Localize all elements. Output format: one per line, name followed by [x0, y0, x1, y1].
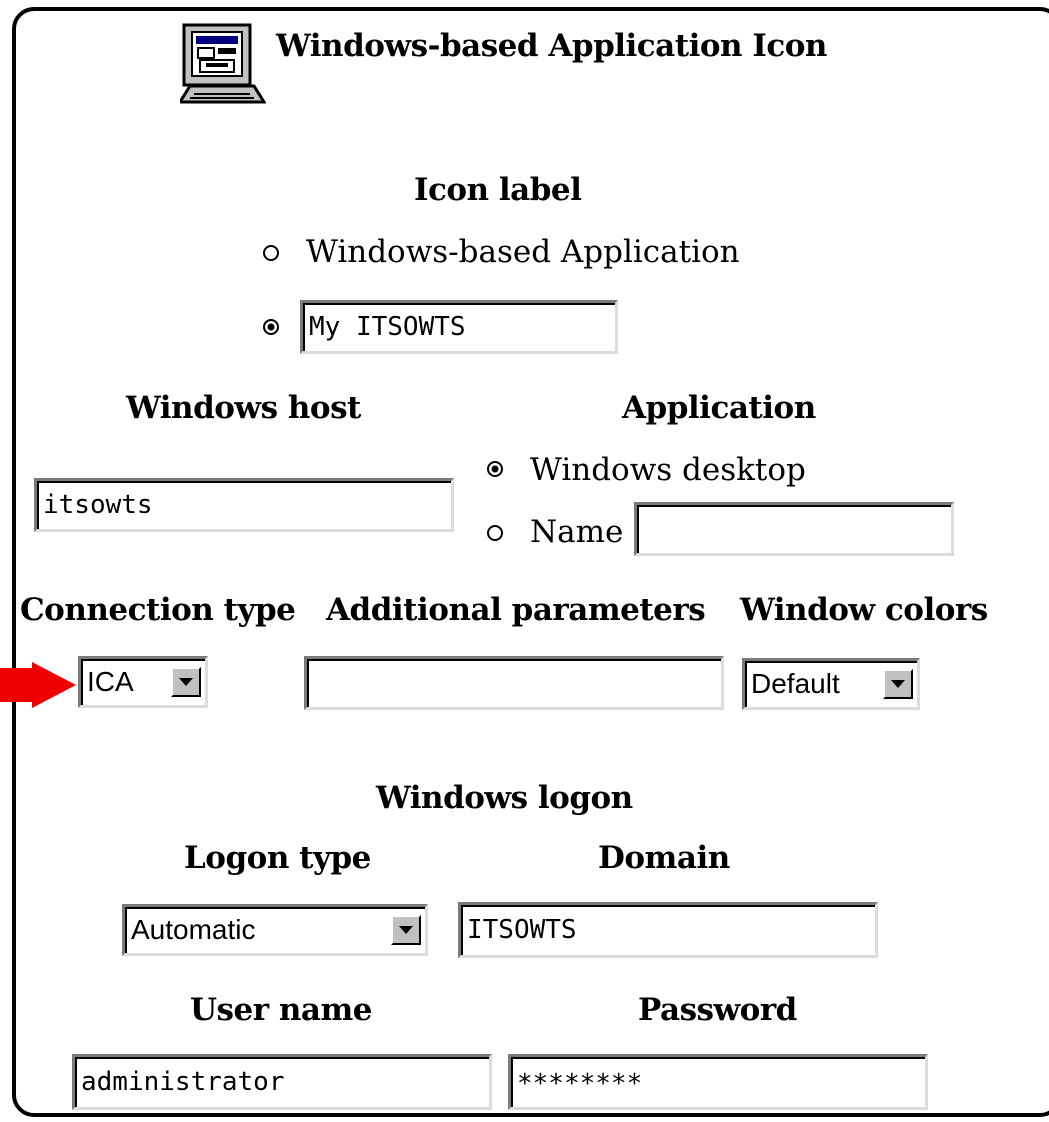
domain-input[interactable]: ITSOWTS [458, 902, 878, 958]
connection-type-select[interactable]: ICA [78, 656, 208, 708]
windows-host-input[interactable]: itsowts [34, 478, 454, 532]
icon-label-heading: Icon label [414, 172, 582, 208]
logon-type-select[interactable]: Automatic [122, 904, 428, 956]
chevron-down-icon[interactable] [171, 667, 201, 697]
application-name-label: Name [530, 514, 624, 550]
connection-type-heading: Connection type [20, 592, 296, 628]
logon-type-heading: Logon type [184, 840, 371, 876]
window-colors-select[interactable]: Default [742, 658, 920, 710]
page-title: Windows-based Application Icon [276, 28, 827, 64]
user-name-heading: User name [190, 992, 372, 1028]
icon-label-input[interactable]: My ITSOWTS [300, 300, 618, 354]
red-arrow-annotation [0, 662, 76, 708]
logon-type-value: Automatic [131, 914, 256, 945]
chevron-down-icon[interactable] [391, 915, 421, 945]
password-heading: Password [638, 992, 797, 1028]
application-heading: Application [622, 390, 816, 426]
domain-heading: Domain [598, 840, 730, 876]
additional-parameters-heading: Additional parameters [326, 592, 706, 628]
radio-icon-label-default[interactable] [262, 244, 280, 262]
additional-parameters-input[interactable] [304, 656, 724, 710]
windows-logon-heading: Windows logon [376, 780, 633, 816]
window-colors-value: Default [751, 668, 840, 699]
window-colors-heading: Window colors [740, 592, 988, 628]
radio-windows-desktop[interactable] [486, 460, 504, 478]
windows-host-heading: Windows host [126, 390, 361, 426]
windows-desktop-text: Windows desktop [530, 452, 806, 488]
radio-application-name[interactable] [486, 524, 504, 542]
application-name-input[interactable] [634, 502, 954, 556]
radio-icon-label-custom[interactable] [262, 318, 280, 336]
icon-label-default-text: Windows-based Application [306, 234, 740, 270]
monitor-app-icon [177, 22, 267, 106]
chevron-down-icon[interactable] [883, 669, 913, 699]
user-name-input[interactable]: administrator [72, 1054, 492, 1110]
password-input[interactable]: ******** [508, 1054, 928, 1110]
connection-type-value: ICA [87, 666, 134, 697]
